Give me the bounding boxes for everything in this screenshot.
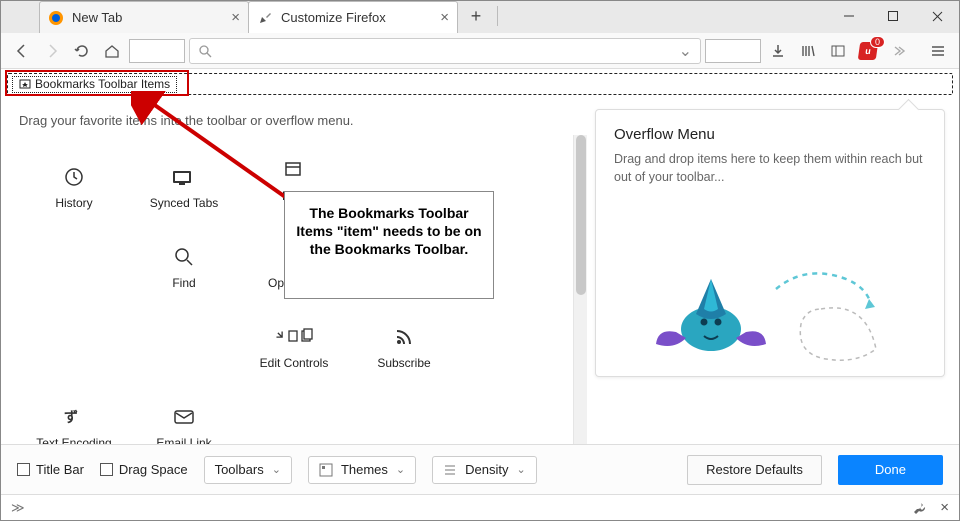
nav-toolbar: ⌄ u 0 <box>1 33 959 69</box>
palette-label: Synced Tabs <box>150 196 219 210</box>
new-window-icon <box>284 159 304 181</box>
themes-dropdown[interactable]: Themes ⌄ <box>308 456 416 484</box>
customize-hint-text: Drag your favorite items into the toolba… <box>19 113 565 128</box>
palette-item-history[interactable]: History <box>19 148 129 228</box>
bookmarks-toolbar-items-widget[interactable]: Bookmarks Toolbar Items <box>12 76 177 93</box>
hamburger-menu-button[interactable] <box>925 38 951 64</box>
themes-icon <box>319 463 333 477</box>
close-icon[interactable]: × <box>440 9 449 26</box>
new-tab-button[interactable]: + <box>461 1 491 31</box>
paintbrush-icon <box>257 10 273 26</box>
density-icon <box>443 463 457 477</box>
tab-new-tab[interactable]: New Tab × <box>39 1 249 33</box>
tab-label: Customize Firefox <box>281 10 386 25</box>
overflow-chevron-button[interactable] <box>885 38 911 64</box>
palette-item-synced-tabs[interactable]: Synced Tabs <box>129 148 239 228</box>
synced-tabs-icon <box>171 166 197 188</box>
overflow-illustration <box>626 254 916 364</box>
done-button[interactable]: Done <box>838 455 943 485</box>
sidebar-button[interactable] <box>825 38 851 64</box>
search-icon <box>198 44 212 58</box>
dropdown-label: Density <box>465 462 508 477</box>
annotation-callout: The Bookmarks Toolbar Items "item" needs… <box>284 191 494 299</box>
palette-item-edit-controls[interactable]: Edit Controls <box>239 308 349 388</box>
wrench-icon[interactable] <box>912 501 926 515</box>
palette-label: Find <box>172 276 195 290</box>
customize-footer: Title Bar Drag Space Toolbars ⌄ Themes ⌄… <box>1 444 959 494</box>
forward-button[interactable] <box>39 38 65 64</box>
search-icon <box>174 246 194 268</box>
button-label: Done <box>875 462 906 477</box>
chevron-down-icon: ⌄ <box>396 463 405 476</box>
overflow-title: Overflow Menu <box>614 126 926 143</box>
titlebar-checkbox[interactable]: Title Bar <box>17 462 84 477</box>
maximize-button[interactable] <box>871 1 915 31</box>
palette-label: History <box>55 196 92 210</box>
scrollbar-thumb[interactable] <box>576 135 586 295</box>
separator <box>497 6 498 26</box>
back-button[interactable] <box>9 38 35 64</box>
chevron-down-icon: ⌄ <box>272 463 281 476</box>
checkbox-label: Drag Space <box>119 462 188 477</box>
palette-scrollbar[interactable] <box>573 135 587 451</box>
checkbox-box <box>100 463 113 476</box>
chevron-down-icon: ⌄ <box>516 463 525 476</box>
ublock-count-badge: 0 <box>870 36 885 48</box>
close-window-button[interactable] <box>915 1 959 31</box>
bookmarks-toolbar-items-label: Bookmarks Toolbar Items <box>35 77 170 91</box>
restore-defaults-button[interactable]: Restore Defaults <box>687 455 822 485</box>
palette-label: Subscribe <box>377 356 430 370</box>
window-titlebar: New Tab × Customize Firefox × + <box>1 1 959 33</box>
rss-icon <box>394 326 414 348</box>
overflow-desc: Drag and drop items here to keep them wi… <box>614 151 926 186</box>
close-icon[interactable]: × <box>940 499 949 516</box>
dragspace-checkbox[interactable]: Drag Space <box>100 462 188 477</box>
downloads-button[interactable] <box>765 38 791 64</box>
library-button[interactable] <box>795 38 821 64</box>
dropdown-label: Toolbars <box>215 462 264 477</box>
checkbox-box <box>17 463 30 476</box>
home-button[interactable] <box>99 38 125 64</box>
minimize-button[interactable] <box>827 1 871 31</box>
palette-item-find[interactable]: Find <box>129 228 239 308</box>
firefox-icon <box>48 10 64 26</box>
ublock-button[interactable]: u 0 <box>855 38 881 64</box>
mail-icon <box>173 406 195 428</box>
reload-button[interactable] <box>69 38 95 64</box>
density-dropdown[interactable]: Density ⌄ <box>432 456 537 484</box>
tab-label: New Tab <box>72 10 122 25</box>
url-bar[interactable]: ⌄ <box>189 38 701 64</box>
tab-customize-firefox[interactable]: Customize Firefox × <box>248 1 458 33</box>
browser-bottom-bar: ≫ × <box>1 494 959 520</box>
clock-icon <box>64 166 84 188</box>
window-controls <box>827 1 959 31</box>
checkbox-label: Title Bar <box>36 462 84 477</box>
chevron-down-icon[interactable]: ⌄ <box>679 41 692 61</box>
dropdown-label: Themes <box>341 462 388 477</box>
text-encoding-icon: ず <box>63 406 85 428</box>
button-label: Restore Defaults <box>706 462 803 477</box>
search-field-small[interactable] <box>129 39 185 63</box>
palette-label: Edit Controls <box>260 356 329 370</box>
overflow-menu-panel[interactable]: Overflow Menu Drag and drop items here t… <box>595 109 945 377</box>
palette-item-subscribe[interactable]: Subscribe <box>349 308 459 388</box>
bookmark-folder-icon <box>19 78 31 90</box>
svg-text:ず: ず <box>64 409 78 425</box>
edit-controls-icon <box>274 326 314 348</box>
console-chevron-icon[interactable]: ≫ <box>11 500 25 516</box>
bookmarks-toolbar-dropzone[interactable]: Bookmarks Toolbar Items <box>7 73 953 95</box>
toolbars-dropdown[interactable]: Toolbars ⌄ <box>204 456 292 484</box>
close-icon[interactable]: × <box>231 9 240 26</box>
search-field-small-2[interactable] <box>705 39 761 63</box>
